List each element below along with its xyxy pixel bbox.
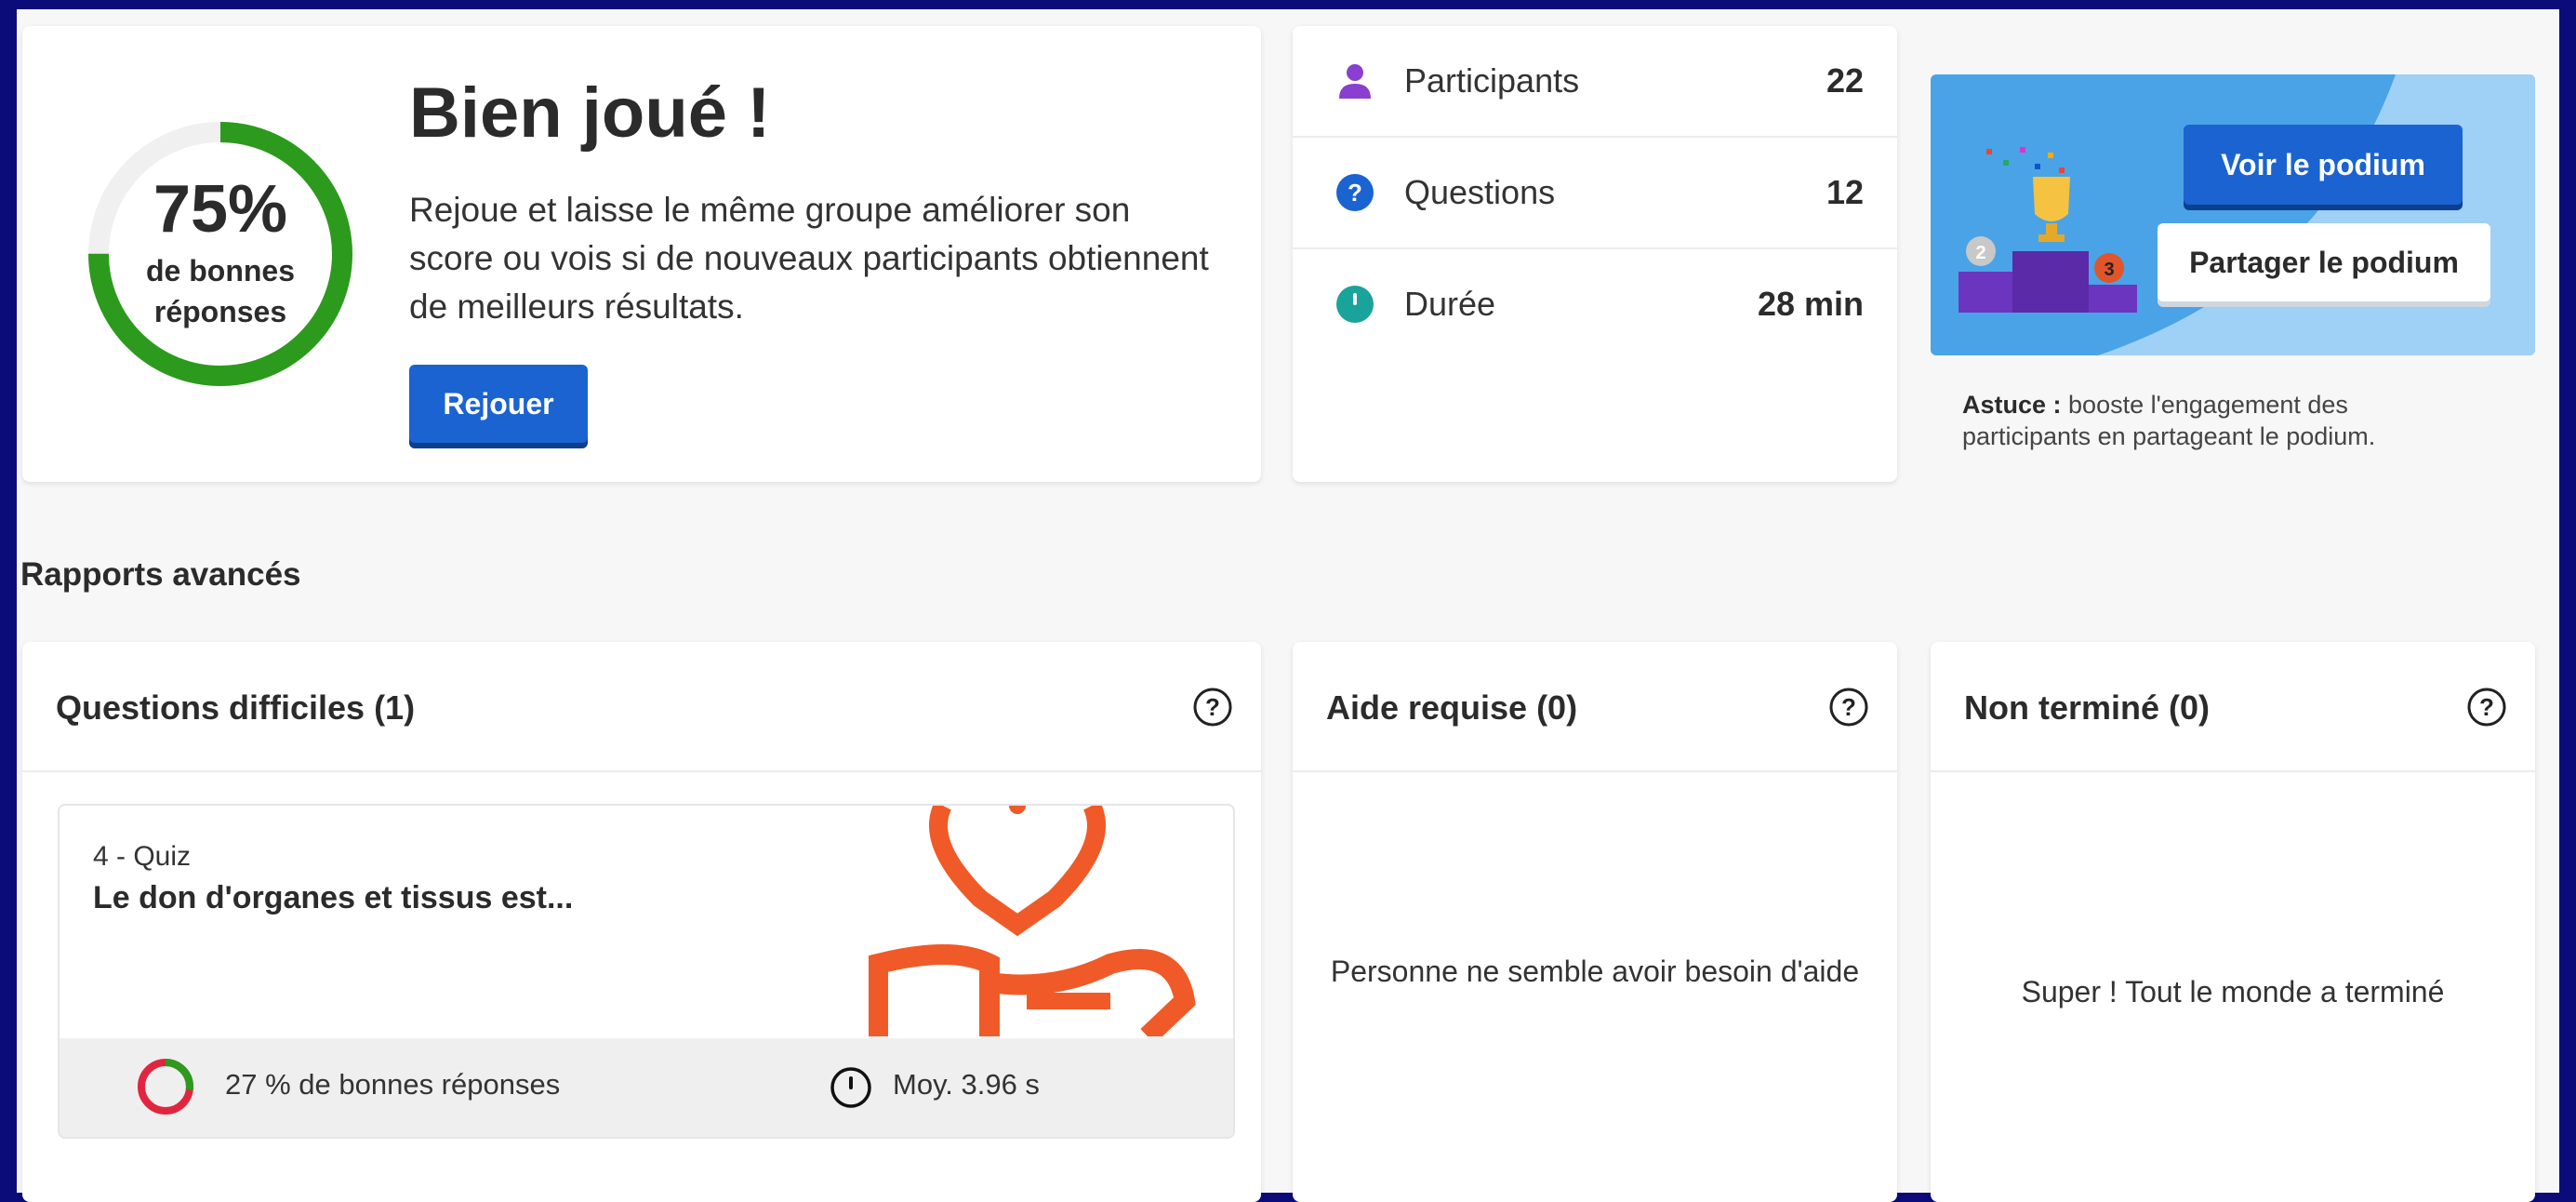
svg-text:?: ? <box>1205 693 1220 721</box>
stat-questions: ? Questions 12 <box>1293 138 1897 249</box>
panel-hard-questions: Questions difficiles (1) ? 4 - Quiz Le d… <box>22 642 1261 1202</box>
svg-text:?: ? <box>1841 693 1856 721</box>
panel-title: Questions difficiles (1) <box>56 688 416 727</box>
podium-banner: 2 3 <box>1931 74 2535 355</box>
questions-label: Questions <box>1404 173 1556 211</box>
podium-tip: Astuce : booste l'engagement des partici… <box>1962 389 2483 452</box>
stats-card: Participants 22 ? Questions 12 Durée 28 … <box>1293 26 1897 482</box>
svg-text:?: ? <box>1348 179 1362 207</box>
participants-value: 22 <box>1826 61 1864 100</box>
question-number: 4 - Quiz <box>93 841 192 872</box>
section-title: Rapports avancés <box>20 556 301 593</box>
help-icon[interactable]: ? <box>2466 687 2507 728</box>
share-podium-button[interactable]: Partager le podium <box>2158 223 2490 301</box>
score-ring-text: 75% de bonnes réponses <box>86 119 355 389</box>
duration-label: Durée <box>1404 285 1496 323</box>
panel-header: Aide requise (0) ? <box>1293 642 1897 772</box>
svg-text:2: 2 <box>1975 243 1985 263</box>
tip-label: Astuce : <box>1962 391 2062 419</box>
panel-header: Non terminé (0) ? <box>1931 642 2535 772</box>
question-card[interactable]: 4 - Quiz Le don d'organes et tissus est.… <box>58 804 1235 1139</box>
participants-label: Participants <box>1404 61 1580 100</box>
question-icon: ? <box>1336 174 1374 211</box>
question-footer: 27 % de bonnes réponses Moy. 3.96 s <box>60 1038 1233 1137</box>
panel-title: Aide requise (0) <box>1326 688 1578 727</box>
question-text: Le don d'organes et tissus est... <box>93 880 574 915</box>
report-page: 75% de bonnes réponses Bien joué ! Rejou… <box>17 9 2559 1202</box>
help-icon[interactable]: ? <box>1192 687 1233 728</box>
score-percent: 75% <box>153 172 288 247</box>
page-title: Bien joué ! <box>409 73 771 153</box>
score-description: Rejoue et laisse le même groupe améliore… <box>409 191 1209 326</box>
organ-donation-image <box>869 806 1196 1036</box>
panel-title: Non terminé (0) <box>1964 688 2211 727</box>
average-time: Moy. 3.96 s <box>893 1068 1040 1101</box>
person-icon <box>1339 64 1371 99</box>
correct-ratio-text: 27 % de bonnes réponses <box>225 1068 561 1101</box>
panel-help-needed: Aide requise (0) ? Personne ne semble av… <box>1293 642 1897 1202</box>
panel-not-finished: Non terminé (0) ? Super ! Tout le monde … <box>1931 642 2535 1202</box>
correct-ratio-ring <box>138 1059 193 1115</box>
score-card: 75% de bonnes réponses Bien joué ! Rejou… <box>22 26 1261 482</box>
svg-text:3: 3 <box>2104 260 2114 280</box>
svg-text:?: ? <box>2479 693 2494 721</box>
replay-button[interactable]: Rejouer <box>409 365 588 443</box>
clock-icon <box>830 1067 871 1108</box>
panel-header: Questions difficiles (1) ? <box>22 642 1261 772</box>
podium-illustration: 2 3 <box>1959 74 2535 355</box>
timer-icon <box>1336 286 1374 323</box>
empty-state-text: Personne ne semble avoir besoin d'aide <box>1330 955 1860 988</box>
stat-participants: Participants 22 <box>1293 26 1897 138</box>
stat-duration: Durée 28 min <box>1293 249 1897 359</box>
questions-value: 12 <box>1826 173 1864 211</box>
view-podium-button[interactable]: Voir le podium <box>2184 125 2463 205</box>
duration-value: 28 min <box>1757 285 1864 323</box>
empty-state-text: Super ! Tout le monde a terminé <box>2021 975 2445 1008</box>
score-label: de bonnes réponses <box>145 254 295 328</box>
help-icon[interactable]: ? <box>1828 687 1869 728</box>
